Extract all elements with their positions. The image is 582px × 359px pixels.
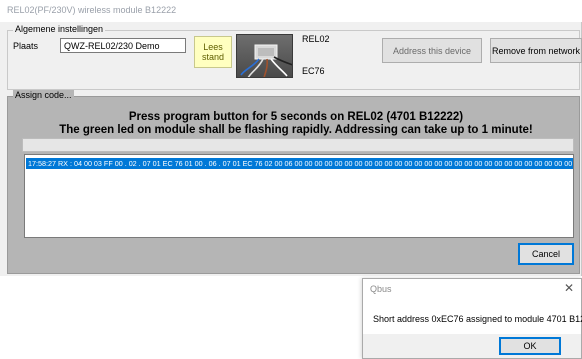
read-state-button[interactable]: Lees stand <box>194 36 232 68</box>
cancel-button[interactable]: Cancel <box>518 243 574 265</box>
log-list[interactable]: 17:58:27 RX : 04 00 03 FF 00 . 02 . 07 0… <box>24 154 574 238</box>
place-label: Plaats <box>13 41 39 51</box>
module-window: REL02(PF/230V) wireless module B12222 Al… <box>0 0 582 276</box>
general-settings-legend: Algemene instellingen <box>13 24 106 34</box>
instruction-line-1: Press program button for 5 seconds on RE… <box>128 111 464 123</box>
qbus-message-dialog: Qbus ✕ Short address 0xEC76 assigned to … <box>362 278 582 359</box>
dialog-footer: OK <box>363 334 581 358</box>
dialog-message: Short address 0xEC76 assigned to module … <box>373 314 582 324</box>
window-titlebar[interactable]: REL02(PF/230V) wireless module B12222 <box>0 0 582 22</box>
instruction-line-2: The green led on module shall be flashin… <box>59 124 533 136</box>
log-entry[interactable]: 17:58:27 RX : 04 00 03 FF 00 . 02 . 07 0… <box>26 158 573 169</box>
window-title: REL02(PF/230V) wireless module B12222 <box>7 5 177 15</box>
progress-bar <box>22 138 574 152</box>
close-icon[interactable]: ✕ <box>563 281 575 295</box>
module-type-label: REL02 <box>302 34 330 44</box>
module-photo <box>236 34 293 78</box>
place-input[interactable] <box>60 38 186 53</box>
address-device-button[interactable]: Address this device <box>382 38 482 63</box>
short-address-label: EC76 <box>302 66 325 76</box>
ok-button[interactable]: OK <box>499 337 561 355</box>
remove-from-network-button[interactable]: Remove from network <box>490 38 582 63</box>
dialog-title: Qbus <box>370 284 392 294</box>
assign-code-legend: Assign code... <box>13 90 74 100</box>
module-wires-icon <box>240 44 292 77</box>
